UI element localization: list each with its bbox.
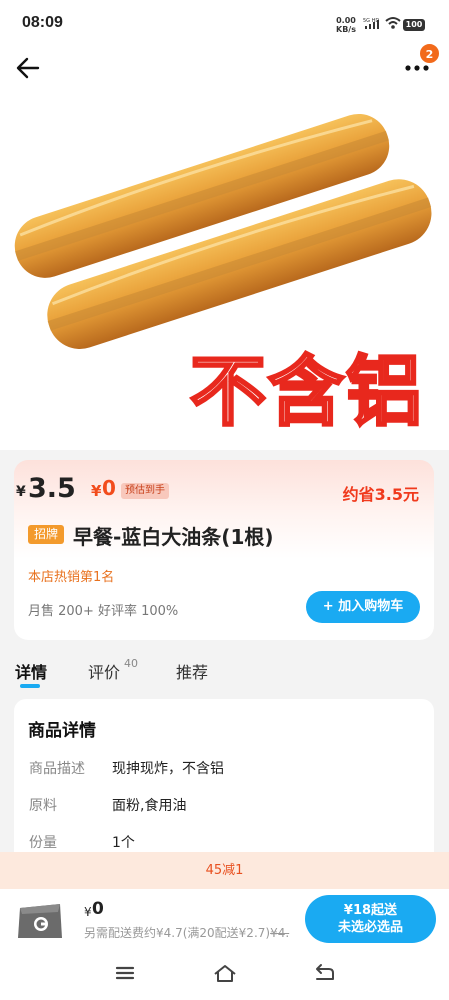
savings-label: 约省3.5元 [342,485,419,504]
battery-icon: 100 [403,19,425,31]
price-currency: ¥ [16,484,26,500]
sales-stats: 月售 200+ 好评率 100% [28,604,179,619]
detail-value: 面粉,食用油 [112,798,187,814]
notification-badge: 2 [419,43,440,64]
delivered-currency: ¥ [91,482,102,500]
delivery-fee-text: 另需配送费约¥4.7(满20配送¥2.7)¥4. [84,926,290,940]
shopping-cart-icon[interactable] [14,894,66,942]
detail-label: 原料 [29,798,57,814]
promo-banner: 45减1 [0,852,449,889]
status-bar: 08:09 0.00 KB/s 5G HD 100 [0,0,449,46]
checkout-button[interactable]: ¥18起送 未选必选品 [305,895,436,943]
product-price: 3.5 [28,473,76,504]
wifi-icon [385,17,401,29]
reviews-count: 40 [124,657,138,670]
home-icon[interactable] [213,963,237,983]
svg-text:5G HD: 5G HD [363,18,379,24]
total-currency: ¥ [84,905,92,919]
tab-details[interactable]: 详情 [15,659,47,683]
detail-label: 商品描述 [29,761,85,777]
tab-reviews[interactable]: 评价 [88,659,120,683]
product-image: 不含铝 [0,46,449,450]
cart-total: 0 [92,899,104,919]
delivered-price: 0 [102,476,116,500]
back-arrow-icon[interactable] [14,54,42,82]
sales-rank: 本店热销第1名 [28,570,115,585]
net-speed: 0.00 KB/s [336,16,356,34]
tab-active-indicator [20,684,40,688]
menu-icon[interactable] [115,963,135,983]
tab-recommend[interactable]: 推荐 [176,659,208,683]
add-to-cart-button[interactable]: + 加入购物车 [306,591,420,623]
detail-label: 份量 [29,835,57,851]
signature-tag: 招牌 [28,525,64,544]
details-title: 商品详情 [28,721,96,741]
detail-value: 现抻现炸，不含铝 [112,761,224,777]
product-title: 早餐-蓝白大油条(1根) [73,525,274,549]
back-nav-icon[interactable] [313,963,335,983]
estimate-tag: 预估到手 [121,483,169,499]
image-caption: 不含铝 [189,346,424,438]
detail-value: 1个 [112,835,135,851]
signal-icon: 5G HD [363,18,379,29]
status-time: 08:09 [22,14,63,31]
